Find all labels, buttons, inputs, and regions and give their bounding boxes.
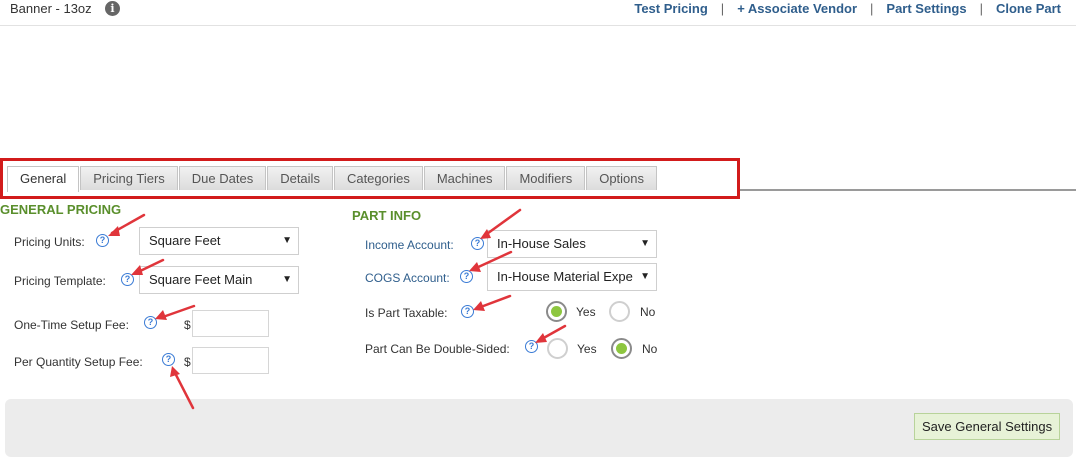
annotation-arrowhead xyxy=(480,229,491,239)
annotation-arrow xyxy=(472,250,513,271)
annotation-arrows xyxy=(108,208,567,410)
annotation-arrowhead xyxy=(535,333,547,343)
annotation-arrow xyxy=(482,208,522,238)
annotation-arrowhead xyxy=(131,265,143,275)
annotation-arrow xyxy=(172,369,195,410)
annotation-arrowhead xyxy=(170,366,180,377)
annotation-arrowhead xyxy=(108,226,120,236)
